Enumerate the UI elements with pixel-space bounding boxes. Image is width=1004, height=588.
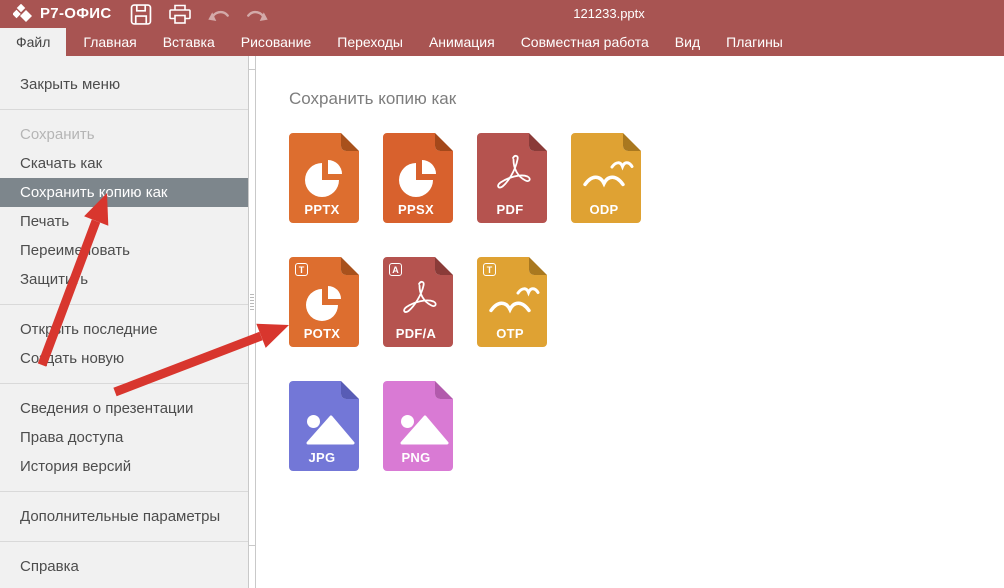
menu-item-close-menu[interactable]: Закрыть меню [0, 70, 248, 99]
menu-item-print[interactable]: Печать [0, 207, 248, 236]
menu-item-open-recent[interactable]: Открыть последние [0, 315, 248, 344]
tab-collaboration[interactable]: Совместная работа [508, 28, 662, 56]
menu-item-download-as[interactable]: Скачать как [0, 149, 248, 178]
format-tile-potx[interactable]: T POTX [289, 257, 359, 347]
format-label: PPSX [383, 202, 449, 217]
format-tile-jpg[interactable]: JPG [289, 381, 359, 471]
format-tile-odp[interactable]: ODP [571, 133, 641, 223]
document-title: 121233.pptx [573, 0, 645, 28]
format-label: POTX [289, 326, 355, 341]
menu-item-help[interactable]: Справка [0, 552, 248, 581]
format-label: ODP [571, 202, 637, 217]
format-tile-pdf[interactable]: PDF [477, 133, 547, 223]
undo-icon[interactable] [207, 4, 231, 25]
menu-divider [0, 541, 248, 542]
menu-divider [0, 109, 248, 110]
format-label: PPTX [289, 202, 355, 217]
tab-animation[interactable]: Анимация [416, 28, 508, 56]
file-menu-sidebar: Закрыть меню Сохранить Скачать как Сохра… [0, 56, 248, 588]
menu-item-rename[interactable]: Переименовать [0, 236, 248, 265]
folded-corner [341, 257, 359, 275]
format-label: OTP [477, 326, 543, 341]
format-tile-otp[interactable]: T OTP [477, 257, 547, 347]
format-tile-png[interactable]: PNG [383, 381, 453, 471]
format-tile-pptx[interactable]: PPTX [289, 133, 359, 223]
menu-item-protect[interactable]: Защитить [0, 265, 248, 294]
folded-corner [341, 381, 359, 399]
format-row-3: JPG PNG [289, 381, 1004, 471]
folded-corner [435, 257, 453, 275]
tab-transitions[interactable]: Переходы [324, 28, 416, 56]
menu-item-save-copy-as[interactable]: Сохранить копию как [0, 178, 248, 207]
folded-corner [341, 133, 359, 151]
save-icon[interactable] [129, 4, 153, 25]
redo-icon[interactable] [245, 4, 269, 25]
splitter-grip-icon [250, 294, 254, 310]
sidebar-splitter[interactable] [248, 56, 256, 588]
tab-file[interactable]: Файл [0, 28, 66, 56]
format-label: PDF/A [383, 326, 449, 341]
folded-corner [529, 133, 547, 151]
format-row-1: PPTX PPSX [289, 133, 1004, 223]
format-label: PDF [477, 202, 543, 217]
format-label: PNG [383, 450, 449, 465]
archive-badge: A [389, 263, 402, 276]
menu-divider [0, 304, 248, 305]
menu-item-access-rights[interactable]: Права доступа [0, 423, 248, 452]
panel-heading: Сохранить копию как [289, 89, 1004, 109]
menu-item-create-new[interactable]: Создать новую [0, 344, 248, 373]
tab-home[interactable]: Главная [70, 28, 149, 56]
format-row-2: T POTX A PDF/A [289, 257, 1004, 347]
save-copy-panel: Сохранить копию как PPTX [256, 56, 1004, 588]
folded-corner [435, 381, 453, 399]
folded-corner [529, 257, 547, 275]
template-badge: T [295, 263, 308, 276]
r7-office-logo-icon [13, 4, 39, 26]
print-icon[interactable] [168, 4, 192, 25]
tab-plugins[interactable]: Плагины [713, 28, 796, 56]
titlebar: Р7-ОФИС 121233.pptx [0, 0, 1004, 28]
ribbon-tabbar: Файл Главная Вставка Рисование Переходы … [0, 28, 1004, 56]
menu-divider [0, 383, 248, 384]
menu-item-version-history[interactable]: История версий [0, 452, 248, 481]
menu-divider [0, 491, 248, 492]
tab-insert[interactable]: Вставка [150, 28, 228, 56]
logo-text: Р7-ОФИС [40, 0, 112, 28]
folded-corner [623, 133, 641, 151]
menu-item-save: Сохранить [0, 120, 248, 149]
tab-draw[interactable]: Рисование [228, 28, 325, 56]
folded-corner [435, 133, 453, 151]
format-tile-pdfa[interactable]: A PDF/A [383, 257, 453, 347]
format-tile-ppsx[interactable]: PPSX [383, 133, 453, 223]
tab-view[interactable]: Вид [662, 28, 713, 56]
format-label: JPG [289, 450, 355, 465]
menu-item-advanced-settings[interactable]: Дополнительные параметры [0, 502, 248, 531]
menu-item-presentation-info[interactable]: Сведения о презентации [0, 394, 248, 423]
template-badge: T [483, 263, 496, 276]
app-window: Р7-ОФИС 121233.pptx Файл Главная Вставка… [0, 0, 1004, 588]
